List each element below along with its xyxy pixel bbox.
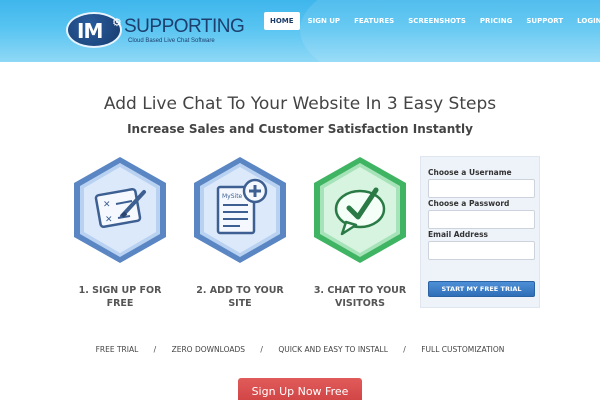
features-strip: FREE TRIAL / ZERO DOWNLOADS / QUICK AND … [0,345,600,354]
add-document-icon: MySite [194,157,286,263]
nav-screenshots[interactable]: SCREENSHOTS [402,12,472,30]
step-2-label: 2. ADD TO YOUR SITE [176,284,304,310]
doc-mysite-text: MySite [222,193,243,200]
signup-form: Choose a Username Choose a Password Emai… [420,156,540,308]
feature-separator: / [403,345,406,354]
sign-up-now-free-button[interactable]: Sign Up Now Free [238,378,362,400]
logo-tagline: Cloud Based Live Chat Software [128,38,215,44]
svg-text:✕: ✕ [105,215,113,225]
site-header: IM ⚙ SUPPORTING Cloud Based Live Chat So… [0,0,600,62]
logo-mark: IM [77,19,103,43]
step-2-line-2: SITE [228,298,252,309]
logo-gear-icon: ⚙ [112,16,122,29]
feature-zero-downloads: ZERO DOWNLOADS [171,345,246,354]
svg-text:✕: ✕ [103,200,111,210]
nav-home[interactable]: HOME [264,12,300,30]
page-subheadline: Increase Sales and Customer Satisfaction… [127,122,473,136]
nav-support[interactable]: SUPPORT [520,12,569,30]
feature-separator: / [260,345,263,354]
nav-pricing[interactable]: PRICING [474,12,518,30]
password-input[interactable] [428,210,535,229]
email-input[interactable] [428,241,535,260]
step-2-line-1: 2. ADD TO YOUR [196,285,284,296]
step-3-line-2: VISITORS [335,298,385,309]
chat-bubble-check-icon [314,157,406,263]
feature-full-customization: FULL CUSTOMIZATION [421,345,505,354]
page-headline: Add Live Chat To Your Website In 3 Easy … [103,94,497,114]
logo-name: SUPPORTING [124,16,245,37]
step-1-label: 1. SIGN UP FOR FREE [56,284,184,310]
nav-features[interactable]: FEATURES [348,12,400,30]
signup-form-pen-icon: ✕ ✕ [74,157,166,263]
header-decoration [300,0,600,62]
step-1-line-1: 1. SIGN UP FOR [78,285,162,296]
feature-free-trial: FREE TRIAL [95,345,139,354]
username-label: Choose a Username [428,168,512,177]
feature-quick-install: QUICK AND EASY TO INSTALL [278,345,388,354]
feature-separator: / [153,345,157,354]
step-1-line-2: FREE [106,298,134,309]
nav-sign-up[interactable]: SIGN UP [302,12,347,30]
password-label: Choose a Password [428,199,510,208]
email-label: Email Address [428,230,489,239]
site-logo[interactable]: IM ⚙ SUPPORTING Cloud Based Live Chat So… [66,6,245,54]
username-input[interactable] [428,179,535,198]
start-free-trial-button[interactable]: START MY FREE TRIAL [428,281,535,297]
main-nav: HOME SIGN UP FEATURES SCREENSHOTS PRICIN… [264,12,600,30]
step-3-label: 3. CHAT TO YOUR VISITORS [296,284,424,310]
nav-login[interactable]: LOGIN [571,12,600,30]
step-3-line-1: 3. CHAT TO YOUR [313,285,407,296]
